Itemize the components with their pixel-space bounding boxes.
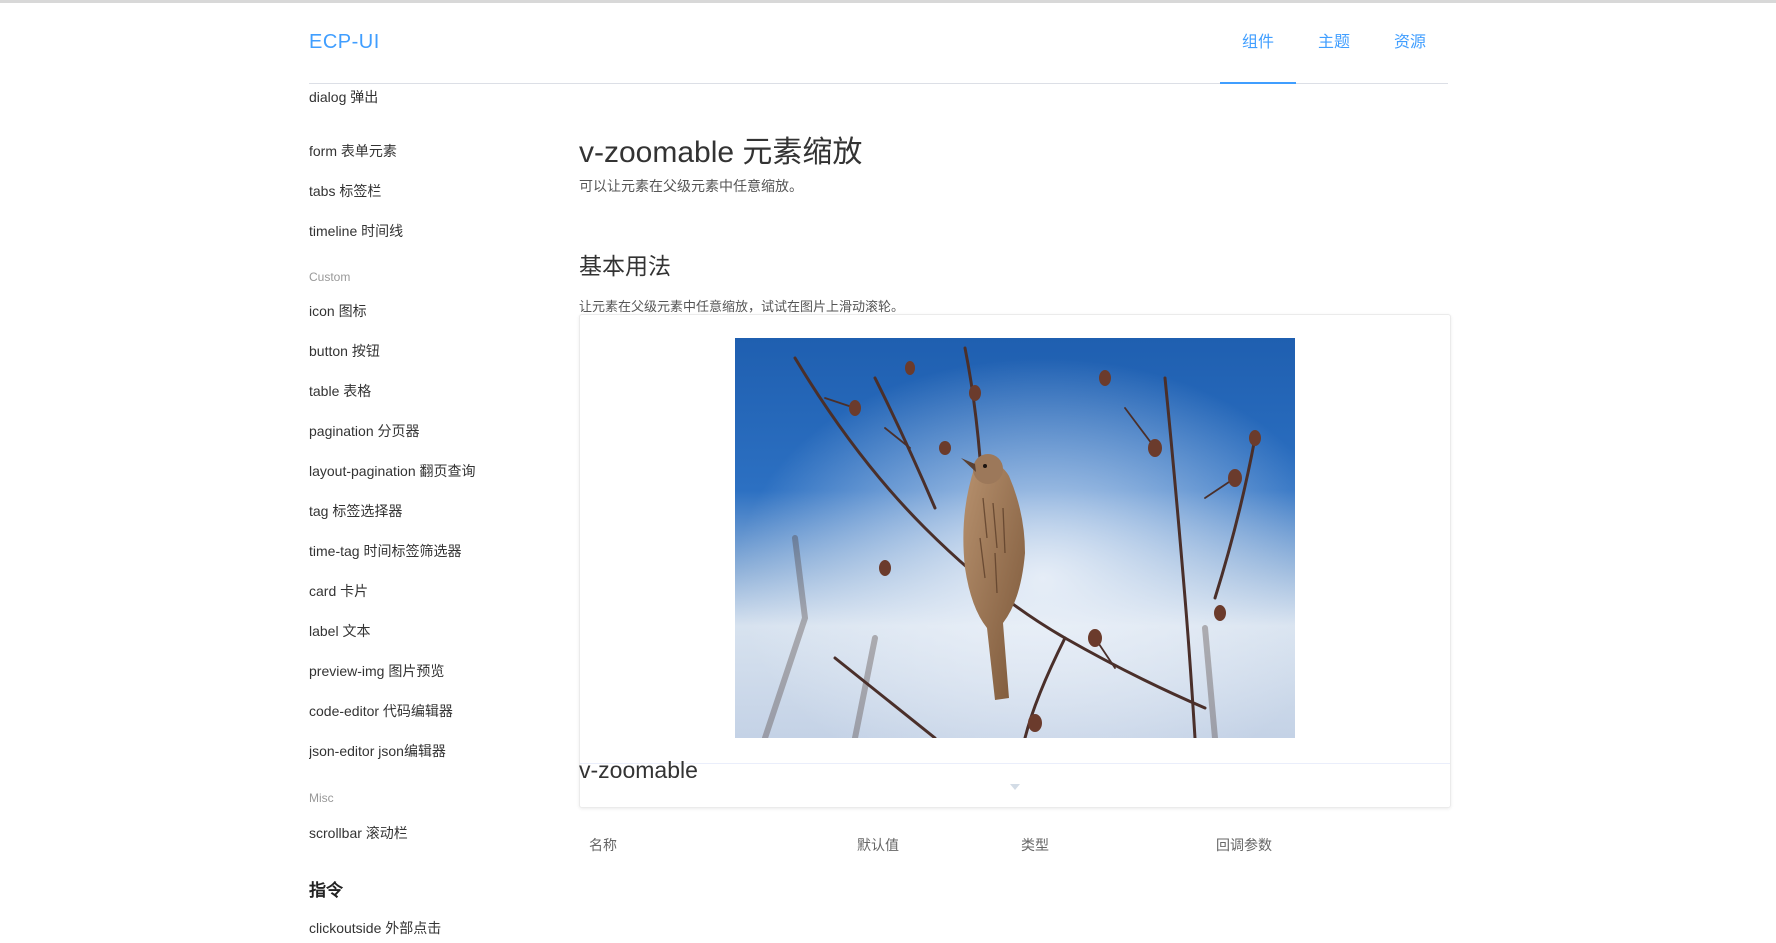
sidebar-item-card[interactable]: card 卡片 <box>309 581 368 601</box>
page-title: v-zoomable 元素缩放 <box>579 136 863 169</box>
nav-item-themes[interactable]: 主题 <box>1296 3 1372 83</box>
sidebar-item-dialog[interactable]: dialog 弹出 <box>309 87 378 107</box>
sidebar-item-table[interactable]: table 表格 <box>309 381 371 401</box>
demo-canvas <box>580 315 1450 764</box>
page-description: 可以让元素在父级元素中任意缩放。 <box>579 178 803 194</box>
demo-expand-control[interactable] <box>580 764 1450 807</box>
sidebar-item-layout-pagination[interactable]: layout-pagination 翻页查询 <box>309 461 476 481</box>
nav-item-components[interactable]: 组件 <box>1220 3 1296 84</box>
sidebar-item-json-editor[interactable]: json-editor json编辑器 <box>309 741 446 761</box>
sidebar-heading-directive: 指令 <box>309 881 343 900</box>
table-header-default: 默认值 <box>857 837 899 853</box>
sidebar-item-time-tag[interactable]: time-tag 时间标签筛选器 <box>309 541 461 561</box>
sidebar-item-button[interactable]: button 按钮 <box>309 341 380 361</box>
sidebar-item-preview-img[interactable]: preview-img 图片预览 <box>309 661 444 681</box>
zoomable-image[interactable] <box>735 338 1295 738</box>
sidebar-group-misc: Misc <box>309 791 334 805</box>
sidebar-item-scrollbar[interactable]: scrollbar 滚动栏 <box>309 823 408 843</box>
sidebar-item-code-editor[interactable]: code-editor 代码编辑器 <box>309 701 453 721</box>
sidebar-item-timeline[interactable]: timeline 时间线 <box>309 221 403 241</box>
sidebar-item-tabs[interactable]: tabs 标签栏 <box>309 181 381 201</box>
table-header-type: 类型 <box>1021 837 1049 853</box>
sidebar-item-icon[interactable]: icon 图标 <box>309 301 367 321</box>
sidebar-group-custom: Custom <box>309 270 351 284</box>
logo[interactable]: ECP-UI <box>309 31 380 54</box>
sidebar-item-form[interactable]: form 表单元素 <box>309 141 397 161</box>
section-title-basic: 基本用法 <box>579 253 671 279</box>
sidebar-item-pagination[interactable]: pagination 分页器 <box>309 421 420 441</box>
section-description-basic: 让元素在父级元素中任意缩放，试试在图片上滑动滚轮。 <box>579 299 905 314</box>
section-title-api: v-zoomable <box>579 757 698 783</box>
demo-block <box>579 314 1451 808</box>
table-header-callback: 回调参数 <box>1216 837 1272 853</box>
nav-item-resources[interactable]: 资源 <box>1372 3 1448 83</box>
bird-photo-illustration <box>735 338 1295 738</box>
table-header-name: 名称 <box>589 837 617 853</box>
caret-down-icon <box>1010 784 1020 790</box>
site-header: ECP-UI 组件 主题 资源 <box>309 3 1448 84</box>
top-nav: 组件 主题 资源 <box>1220 3 1448 84</box>
sidebar-item-label[interactable]: label 文本 <box>309 621 370 641</box>
sidebar-item-clickoutside[interactable]: clickoutside 外部点击 <box>309 918 441 938</box>
sidebar-nav: dialog 弹出 form 表单元素 tabs 标签栏 timeline 时间… <box>309 84 539 943</box>
main-content: v-zoomable 元素缩放 可以让元素在父级元素中任意缩放。 基本用法 让元… <box>579 84 1451 943</box>
sidebar-item-tag[interactable]: tag 标签选择器 <box>309 501 402 521</box>
